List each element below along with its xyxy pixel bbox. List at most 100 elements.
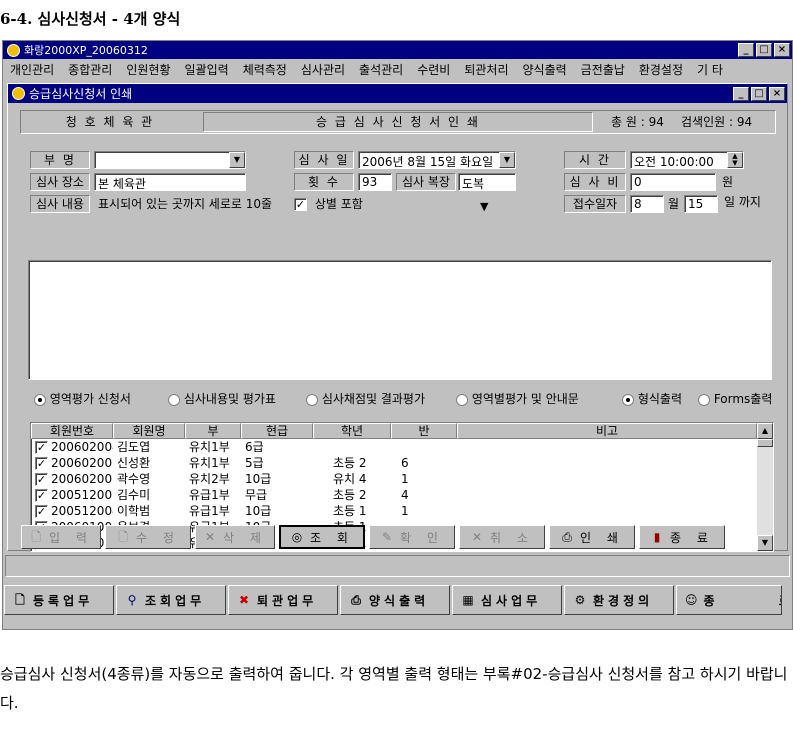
checkbox-icon[interactable]: ✓ bbox=[294, 198, 307, 211]
table-row[interactable]: ✓ 200602004 김도엽 유치1부 6급 bbox=[31, 439, 773, 455]
document-icon: 🗋 bbox=[31, 530, 41, 544]
confirm-button[interactable]: ✎ 확 인 bbox=[369, 525, 455, 549]
table-row[interactable]: ✓ 200602001 신성환 유치1부 5급 초등 2 6 bbox=[31, 455, 773, 471]
radio-icon[interactable] bbox=[306, 393, 318, 406]
menu-fitness[interactable]: 체력측정 bbox=[243, 61, 287, 78]
radio-icon[interactable] bbox=[168, 393, 180, 406]
printer-icon: ⎙ bbox=[562, 530, 572, 544]
app-logo-icon bbox=[7, 43, 20, 57]
radio-icon[interactable] bbox=[34, 393, 46, 406]
option-forms-output[interactable]: Forms출력 bbox=[698, 390, 772, 407]
deadline-month-input[interactable]: 8 bbox=[630, 195, 664, 213]
chevron-down-icon[interactable]: ▼ bbox=[229, 152, 245, 168]
close-icon[interactable]: × bbox=[769, 86, 785, 101]
option-content-eval[interactable]: 심사내용및 평가표 bbox=[168, 390, 276, 407]
menu-forms[interactable]: 양식출력 bbox=[523, 61, 567, 78]
maximize-icon[interactable]: □ bbox=[756, 43, 772, 57]
col-member-name[interactable]: 회원명 bbox=[113, 423, 185, 439]
menu-fee[interactable]: 수련비 bbox=[417, 61, 450, 78]
register-button[interactable]: 🗋 등록업무 bbox=[4, 585, 114, 615]
exit-button[interactable]: ☺종 료 bbox=[676, 585, 782, 615]
edit-button[interactable]: 🗋 수 정 bbox=[105, 525, 191, 549]
radio-icon[interactable] bbox=[622, 393, 634, 406]
menu-attendance[interactable]: 출석관리 bbox=[359, 61, 403, 78]
radio-icon[interactable] bbox=[698, 393, 710, 406]
close-icon[interactable]: × bbox=[774, 43, 790, 57]
table-cell: ✓ 200512004 bbox=[35, 504, 113, 518]
scroll-up-icon[interactable]: ▲ bbox=[757, 423, 773, 439]
menu-settings[interactable]: 환경설정 bbox=[639, 61, 683, 78]
col-class[interactable]: 반 bbox=[391, 423, 457, 439]
menu-batch[interactable]: 일괄입력 bbox=[185, 61, 229, 78]
delete-button[interactable]: ✕ 삭 제 bbox=[195, 525, 275, 549]
table-cell: ✓ 200602003 bbox=[35, 472, 113, 486]
scroll-thumb[interactable] bbox=[757, 439, 773, 447]
print-button[interactable]: ⎙ 인 쇄 bbox=[549, 525, 635, 549]
exam-button[interactable]: ▦ 심사업무 bbox=[452, 585, 562, 615]
table-row[interactable]: ✓ 200512003 김수미 유급1부 무급 초등 2 4 bbox=[31, 487, 773, 503]
table-cell: 10급 bbox=[245, 472, 272, 486]
checkbox-icon[interactable]: ✓ bbox=[35, 473, 48, 486]
exit-icon: ☺ bbox=[685, 593, 698, 607]
award-checkbox[interactable]: ✓ 상별 포함 bbox=[294, 195, 363, 213]
col-member-no[interactable]: 회원번호 bbox=[31, 423, 113, 439]
settings-icon: ⚙ bbox=[574, 593, 586, 607]
edit-icon: 🗋 bbox=[118, 530, 128, 544]
option-area-application[interactable]: 영역평가 신청서 bbox=[34, 390, 131, 407]
table-cell: 유급1부 bbox=[189, 504, 230, 518]
search-button[interactable]: ◎ 조 회 bbox=[279, 525, 365, 549]
option-format-output[interactable]: 형식출력 bbox=[622, 390, 682, 407]
col-rank[interactable]: 현급 bbox=[241, 423, 313, 439]
menu-withdraw[interactable]: 퇴관처리 bbox=[464, 61, 508, 78]
menu-exam[interactable]: 심사관리 bbox=[301, 61, 345, 78]
maximize-icon[interactable]: □ bbox=[751, 86, 767, 101]
input-button[interactable]: 🗋 입 력 bbox=[21, 525, 101, 549]
menu-members[interactable]: 인원현황 bbox=[126, 61, 170, 78]
close-button[interactable]: ▮ 종 료 bbox=[639, 525, 725, 549]
table-cell: 6급 bbox=[245, 440, 264, 454]
minimize-icon[interactable]: _ bbox=[738, 43, 754, 57]
menu-general[interactable]: 종합관리 bbox=[68, 61, 112, 78]
table-row[interactable]: ✓ 200512004 이학범 유급1부 10급 초등 1 1 bbox=[31, 503, 773, 519]
checkbox-icon[interactable]: ✓ bbox=[35, 489, 48, 502]
time-input[interactable]: 오전 10:00:00 ▲ ▼ bbox=[630, 151, 744, 169]
month-unit: 월 bbox=[668, 197, 680, 211]
date-picker[interactable]: 2006년 8월 15일 화요일 ▼ bbox=[358, 151, 516, 169]
cancel-button[interactable]: ✕ 취 소 bbox=[459, 525, 545, 549]
minimize-icon[interactable]: _ bbox=[733, 86, 749, 101]
menu-personal[interactable]: 개인관리 bbox=[10, 61, 54, 78]
col-note[interactable]: 비고 bbox=[457, 423, 757, 439]
spinner-icon[interactable]: ▲ ▼ bbox=[727, 152, 743, 168]
content-value: 표시되어 있는 곳까지 세로로 10줄 bbox=[98, 197, 273, 211]
radio-icon[interactable] bbox=[456, 393, 468, 406]
print-window: 승급심사신청서 인쇄 _ □ × 청 호 체 육 관 승 급 심 사 신 청 서… bbox=[7, 83, 788, 552]
dept-select[interactable]: ▼ bbox=[94, 151, 246, 169]
checkbox-icon[interactable]: ✓ bbox=[35, 441, 48, 454]
checkbox-icon[interactable]: ✓ bbox=[35, 505, 48, 518]
menu-etc[interactable]: 기 타 bbox=[697, 61, 723, 78]
inquiry-button[interactable]: ⚲ 조회업무 bbox=[116, 585, 226, 615]
place-input[interactable]: 본 체육관 bbox=[94, 173, 246, 191]
table-cell: 6 bbox=[401, 456, 409, 470]
fee-input[interactable]: 0 bbox=[630, 173, 716, 191]
table-row[interactable]: ✓ 200602003 곽수영 유치2부 10급 유치 4 1 bbox=[31, 471, 773, 487]
settings-button[interactable]: ⚙ 환경정의 bbox=[564, 585, 674, 615]
table-cell: 이학범 bbox=[117, 504, 151, 518]
pen-icon: ✎ bbox=[382, 530, 393, 544]
uniform-input[interactable]: 도복 bbox=[458, 173, 516, 191]
menu-cash[interactable]: 금전출납 bbox=[581, 61, 625, 78]
col-dept[interactable]: 부 bbox=[185, 423, 241, 439]
col-grade[interactable]: 학년 bbox=[313, 423, 391, 439]
memo-area[interactable] bbox=[28, 260, 772, 380]
chevron-down-icon[interactable]: ▼ bbox=[499, 152, 515, 168]
deadline-day-input[interactable]: 15 bbox=[684, 195, 718, 213]
status-bar bbox=[5, 555, 790, 577]
forms-output-button[interactable]: ⎙ 양식출력 bbox=[340, 585, 450, 615]
table-cell: 유급1부 bbox=[189, 488, 230, 502]
checkbox-icon[interactable]: ✓ bbox=[35, 457, 48, 470]
description-text: 승급심사 신청서(4종류)를 자동으로 출력하여 줍니다. 각 영역별 출력 형… bbox=[0, 665, 788, 712]
option-area-guide[interactable]: 영역별평가 및 안내문 bbox=[456, 390, 579, 407]
count-input[interactable]: 93 bbox=[358, 173, 392, 191]
option-scoring-result[interactable]: 심사채점및 결과평가 bbox=[306, 390, 425, 407]
withdraw-button[interactable]: ✖ 퇴관업무 bbox=[228, 585, 338, 615]
